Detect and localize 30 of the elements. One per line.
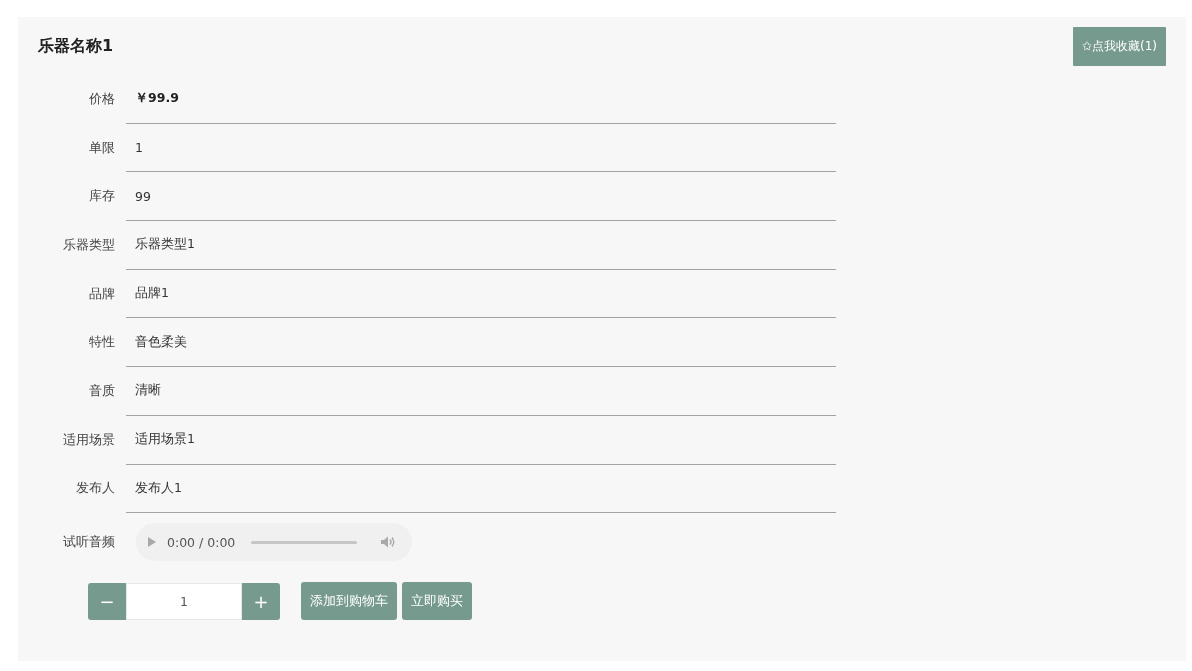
field-value: 清晰 bbox=[126, 367, 836, 416]
audio-time: 0:00 / 0:00 bbox=[167, 534, 236, 550]
field-value: 适用场景1 bbox=[126, 415, 836, 465]
field-label: 库存 bbox=[88, 188, 115, 206]
field-label: 适用场景 bbox=[62, 431, 115, 449]
product-title: 乐器名称1 bbox=[38, 35, 114, 57]
quantity-field[interactable]: 1 bbox=[126, 582, 242, 620]
field-label: 乐器类型 bbox=[62, 236, 115, 254]
decrease-button[interactable]: − bbox=[88, 582, 126, 620]
field-label: 价格 bbox=[88, 90, 115, 108]
favorite-button[interactable]: ✩点我收藏(1) bbox=[1072, 26, 1166, 66]
field-label: 品牌 bbox=[88, 285, 115, 303]
play-icon[interactable] bbox=[148, 537, 156, 548]
field-value: 品牌1 bbox=[126, 269, 836, 319]
volume-icon[interactable] bbox=[381, 536, 396, 549]
field-label: 特性 bbox=[88, 334, 115, 352]
field-label: 单限 bbox=[88, 139, 115, 157]
action-button[interactable]: 立即购买 bbox=[402, 582, 472, 621]
field-value: 1 bbox=[126, 123, 836, 173]
increase-button[interactable]: + bbox=[242, 582, 280, 620]
audio-progress-track[interactable] bbox=[251, 540, 358, 544]
field-value: 音色柔美 bbox=[126, 318, 836, 368]
field-label: 试听音频 bbox=[62, 533, 115, 551]
action-button[interactable]: 添加到购物车 bbox=[301, 582, 397, 621]
field-value: ￥99.9 bbox=[126, 75, 836, 124]
field-value: 99 bbox=[126, 172, 836, 222]
field-label: 音质 bbox=[88, 382, 115, 400]
field-value: 发布人1 bbox=[126, 464, 836, 514]
field-label: 发布人 bbox=[75, 480, 115, 498]
field-value: 乐器类型1 bbox=[126, 221, 836, 270]
